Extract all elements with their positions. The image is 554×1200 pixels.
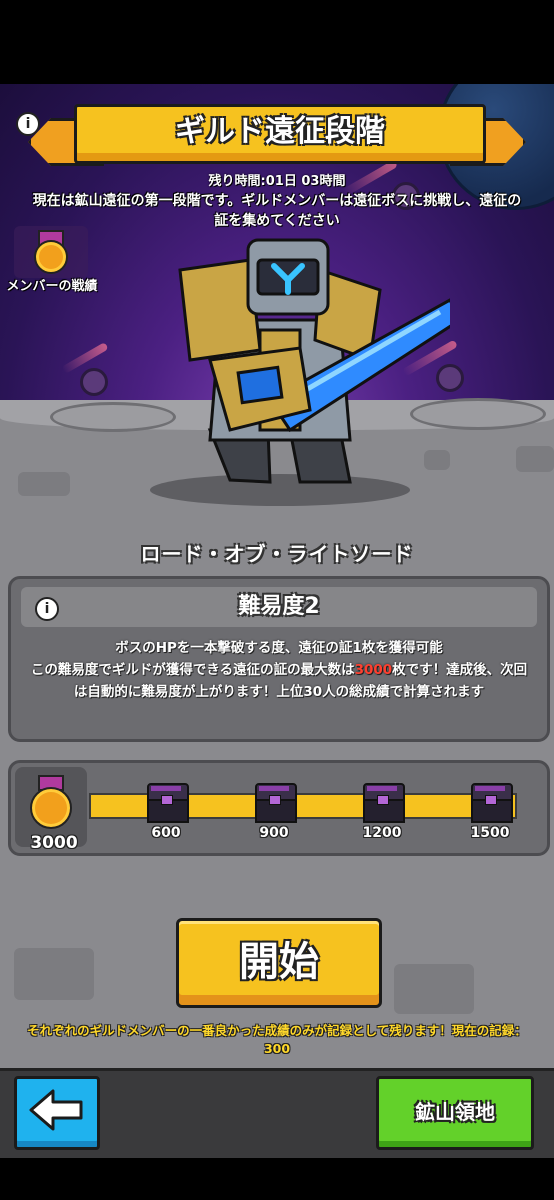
info-icon[interactable]: i — [16, 112, 40, 136]
member-record-button[interactable]: メンバーの戦績 — [6, 226, 98, 312]
milestone-label: 1500 — [470, 825, 510, 841]
system-nav-bar — [0, 1158, 554, 1200]
start-button[interactable]: 開始 — [176, 918, 382, 1008]
rock — [394, 964, 474, 1014]
record-note: それぞれのギルドメンバーの一番良かった成績のみが記録として残ります！現在の記録：… — [27, 1023, 527, 1056]
member-record-label: メンバーの戦績 — [6, 279, 98, 294]
milestone-label: 900 — [259, 825, 289, 841]
title-banner: ギルド遠征段階 — [28, 104, 526, 166]
stage-description: 現在は鉱山遠征の第一段階です。ギルドメンバーは遠征ボスに挑戦し、遠征の証を集めて… — [32, 193, 522, 229]
max-count-highlight: 3000 — [354, 662, 393, 678]
member-record-box — [14, 226, 88, 278]
rock — [14, 948, 94, 1000]
remaining-time: 残り時間:01日 03時間 — [208, 174, 346, 189]
difficulty-line2: この難易度でギルドが獲得できる遠征の証の最大数は3000枚です！達成後、次回は自… — [30, 662, 528, 700]
reward-chest-900[interactable] — [255, 783, 297, 823]
boss-knight-image — [150, 238, 450, 506]
rock — [516, 446, 554, 472]
milestone-label: 600 — [151, 825, 181, 841]
boss-name: ロード・オブ・ライトソード — [140, 542, 414, 566]
reward-progress-panel: 3000 600 900 1200 1500 — [8, 760, 550, 856]
back-arrow-icon — [29, 1089, 83, 1131]
milestone-label: 1200 — [362, 825, 402, 841]
difficulty-line1: ボスのHPを一本撃破する度、遠征の証1枚を獲得可能 — [115, 640, 443, 656]
reward-chest-1200[interactable] — [363, 783, 405, 823]
medal-icon — [31, 230, 71, 278]
meteor — [80, 368, 108, 396]
rock — [18, 472, 70, 496]
reward-chest-600[interactable] — [147, 783, 189, 823]
back-button[interactable] — [14, 1076, 100, 1150]
current-medal-count: 3000 — [30, 833, 78, 853]
difficulty-title: 難易度2 — [21, 587, 537, 627]
status-bar — [0, 0, 554, 84]
medal-icon — [30, 775, 72, 831]
difficulty-description: ボスのHPを一本撃破する度、遠征の証1枚を獲得可能 この難易度でギルドが獲得でき… — [25, 637, 533, 703]
mine-territory-button[interactable]: 鉱山領地 — [376, 1076, 534, 1150]
difficulty-info-icon[interactable]: i — [35, 597, 59, 621]
reward-chest-1500[interactable] — [471, 783, 513, 823]
page-title: ギルド遠征段階 — [74, 104, 486, 164]
difficulty-panel: 難易度2 i ボスのHPを一本撃破する度、遠征の証1枚を獲得可能 この難易度でギ… — [8, 576, 550, 742]
meteor-trail — [61, 342, 109, 374]
